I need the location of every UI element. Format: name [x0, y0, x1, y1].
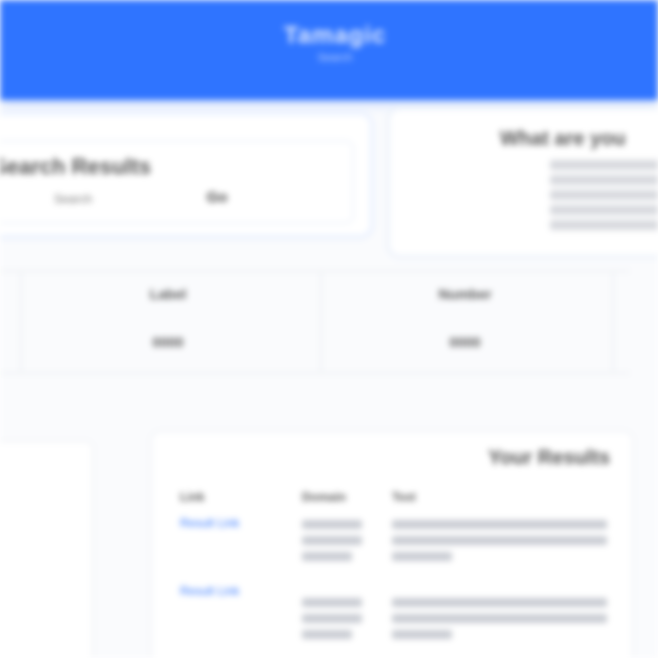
result-link[interactable]: Result Link: [180, 584, 280, 598]
search-button[interactable]: Go: [187, 184, 247, 210]
brand[interactable]: Tamagic Search: [255, 22, 415, 64]
search-heading: Search Results: [0, 154, 151, 179]
info-text-line: [550, 205, 658, 215]
info-text-line: [550, 220, 658, 230]
app-subtitle: Search: [317, 52, 353, 64]
table-divider: [320, 272, 322, 372]
stats-value-label: 0000: [152, 334, 184, 350]
results-column-domain: Domain: [302, 490, 347, 504]
stats-header-label: Label: [149, 286, 187, 302]
result-domain-line: [302, 598, 362, 607]
results-column-text: Text: [392, 490, 416, 504]
table-divider: [20, 272, 22, 372]
search-card: Search Results Go: [0, 115, 370, 235]
info-panel: What are you: [390, 110, 658, 255]
stats-header-number: Number: [438, 286, 492, 302]
result-link[interactable]: Result Link: [180, 516, 280, 530]
result-text-line: [392, 614, 607, 623]
stats-table: Label Number 0000 0000: [0, 270, 630, 374]
info-text: [550, 160, 658, 235]
result-text-line: [392, 520, 607, 529]
info-text-line: [550, 160, 658, 170]
results-column-link: Link: [180, 490, 205, 504]
results-title: Your Results: [488, 447, 610, 469]
info-text-line: [550, 190, 658, 200]
result-text-line: [392, 598, 607, 607]
search-input[interactable]: [52, 187, 166, 211]
info-text-line: [550, 175, 658, 185]
result-domain-line: [302, 630, 352, 639]
result-text-line: [392, 552, 452, 561]
result-domain-line: [302, 536, 362, 545]
sidebar-card: [0, 440, 94, 658]
result-domain-line: [302, 614, 362, 623]
results-panel: Your Results Link Domain Text Result Lin…: [150, 430, 634, 658]
page: Tamagic Search Search Results Go What ar…: [0, 0, 658, 658]
result-domain-line: [302, 520, 362, 529]
search-box: Search Results Go: [0, 140, 354, 224]
top-bar: Tamagic Search: [0, 0, 658, 100]
result-text-line: [392, 630, 452, 639]
info-title: What are you: [500, 128, 626, 150]
table-divider: [612, 272, 614, 372]
app-title: Tamagic: [283, 22, 387, 49]
stats-value-number: 0000: [449, 334, 481, 350]
result-domain-line: [302, 552, 352, 561]
result-text-line: [392, 536, 607, 545]
